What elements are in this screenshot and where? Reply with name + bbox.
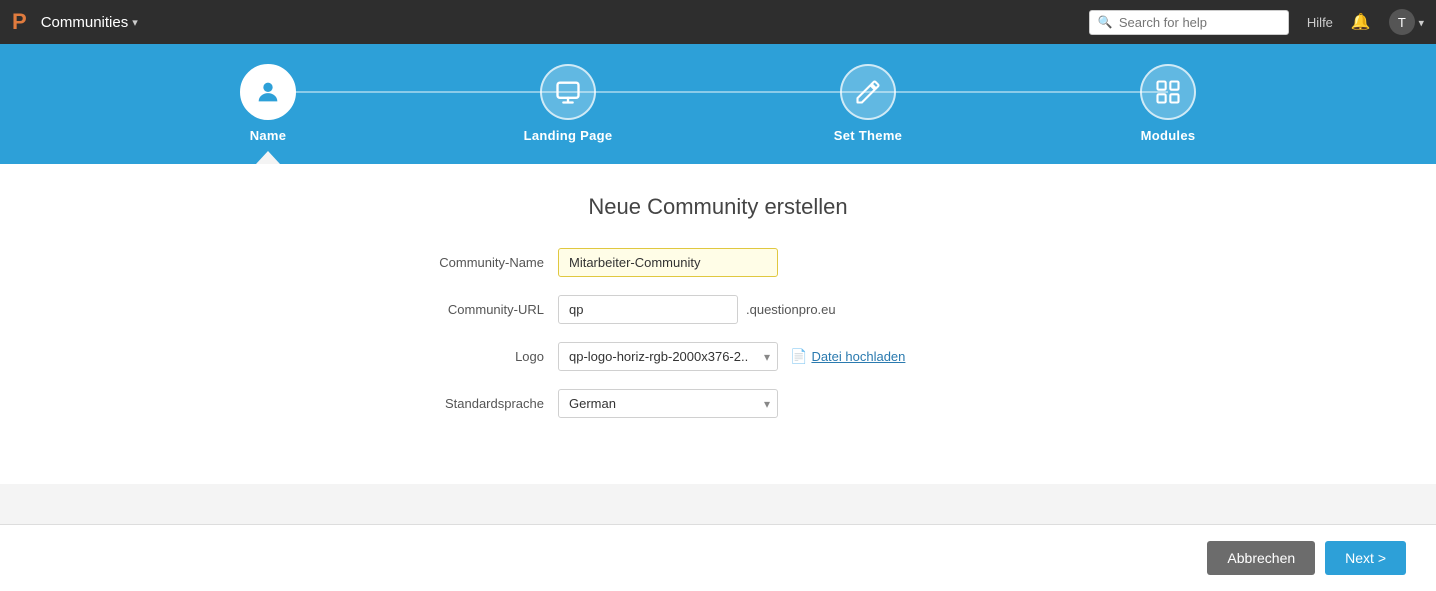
lang-select[interactable]: German English French Spanish — [558, 389, 778, 418]
step-modules-label: Modules — [1141, 128, 1196, 151]
sprache-label: Standardsprache — [388, 396, 558, 411]
wizard-header: Name Landing Page — [0, 44, 1436, 164]
logo-label: Logo — [388, 349, 558, 364]
form-row-url: Community-URL .questionpro.eu — [388, 295, 1048, 324]
main-content: Neue Community erstellen Community-Name … — [0, 164, 1436, 484]
brand-name: Communities — [41, 14, 129, 31]
step-circle-landing — [540, 64, 596, 120]
form-title: Neue Community erstellen — [0, 194, 1436, 220]
next-button[interactable]: Next > — [1325, 541, 1406, 575]
step-active-indicator — [256, 151, 280, 164]
topnav: P Communities ▾ 🔍 Hilfe 🔔 T ▾ — [0, 0, 1436, 44]
upload-anchor[interactable]: Datei hochladen — [811, 349, 905, 364]
step-theme-label: Set Theme — [834, 128, 902, 151]
community-name-input[interactable] — [558, 248, 778, 277]
modules-icon — [1154, 78, 1182, 106]
user-menu[interactable]: T ▾ — [1389, 9, 1424, 35]
step-circle-name — [240, 64, 296, 120]
brand-chevron-icon: ▾ — [132, 16, 138, 29]
app-logo: P — [12, 9, 27, 35]
form-row-name: Community-Name — [388, 248, 1048, 277]
lang-select-wrap[interactable]: German English French Spanish ▾ — [558, 389, 778, 418]
form-container: Community-Name Community-URL .questionpr… — [368, 248, 1068, 418]
url-suffix: .questionpro.eu — [746, 302, 836, 317]
step-landing-label: Landing Page — [524, 128, 613, 151]
form-row-logo: Logo qp-logo-horiz-rgb-2000x376-2.... ▾ … — [388, 342, 1048, 371]
step-name-label: Name — [250, 128, 287, 151]
wizard-step-name[interactable]: Name — [118, 64, 418, 164]
step-circle-modules — [1140, 64, 1196, 120]
user-chevron-icon: ▾ — [1418, 18, 1424, 30]
wizard-step-landing[interactable]: Landing Page — [418, 64, 718, 151]
form-row-sprache: Standardsprache German English French Sp… — [388, 389, 1048, 418]
upload-icon: 📄 — [790, 348, 807, 365]
user-avatar[interactable]: T — [1389, 9, 1415, 35]
steps-row: Name Landing Page — [118, 64, 1318, 164]
search-input[interactable] — [1119, 15, 1280, 30]
community-name-label: Community-Name — [388, 255, 558, 270]
community-url-input[interactable] — [558, 295, 738, 324]
bell-icon[interactable]: 🔔 — [1351, 12, 1371, 32]
community-url-label: Community-URL — [388, 302, 558, 317]
wizard-step-modules[interactable]: Modules — [1018, 64, 1318, 151]
footer-bar: Abbrechen Next > — [0, 524, 1436, 591]
search-icon: 🔍 — [1098, 15, 1113, 29]
logo-select-wrap[interactable]: qp-logo-horiz-rgb-2000x376-2.... ▾ — [558, 342, 778, 371]
brand-label[interactable]: Communities ▾ — [41, 14, 138, 31]
search-box[interactable]: 🔍 — [1089, 10, 1289, 35]
wizard-step-theme[interactable]: Set Theme — [718, 64, 1018, 151]
logo-select[interactable]: qp-logo-horiz-rgb-2000x376-2.... — [558, 342, 778, 371]
monitor-icon — [554, 78, 582, 106]
step-circle-theme — [840, 64, 896, 120]
brush-icon — [854, 78, 882, 106]
person-icon — [254, 78, 282, 106]
hilfe-link[interactable]: Hilfe — [1307, 15, 1333, 30]
cancel-button[interactable]: Abbrechen — [1207, 541, 1315, 575]
upload-link[interactable]: 📄 Datei hochladen — [790, 348, 905, 365]
